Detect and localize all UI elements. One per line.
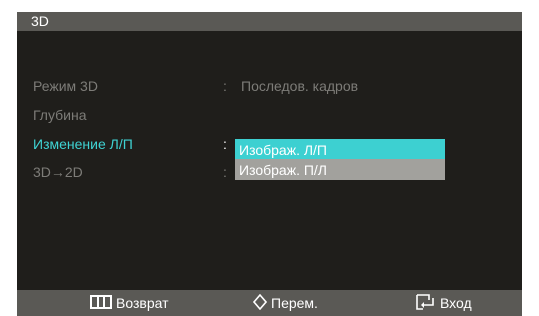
- menu-item-separator: :: [223, 78, 227, 94]
- return-label: Возврат: [116, 295, 169, 311]
- menu-title-bar: 3D: [17, 12, 522, 31]
- menu-item-3d-mode-value: Последов. кадров: [241, 78, 359, 94]
- footer-bar: Возврат Перем. Вход: [17, 290, 522, 316]
- move-button[interactable]: Перем.: [252, 290, 318, 316]
- menu-item-separator: :: [223, 164, 227, 180]
- menu-bars-icon: [90, 294, 112, 312]
- menu-item-3d-mode[interactable]: Режим 3D: [33, 78, 98, 94]
- menu-item-3d-to-2d[interactable]: 3D→2D: [33, 164, 83, 180]
- dropdown-option-lr[interactable]: Изображ. Л/П: [235, 139, 445, 159]
- enter-source-icon: [416, 293, 436, 313]
- osd-menu-panel: 3D Режим 3D : Последов. кадров Глубина И…: [17, 12, 522, 302]
- menu-title: 3D: [31, 13, 49, 29]
- menu-item-lr-change[interactable]: Изменение Л/П: [33, 136, 133, 152]
- enter-label: Вход: [440, 295, 472, 311]
- diamond-arrows-icon: [252, 293, 268, 313]
- enter-button[interactable]: Вход: [416, 290, 472, 316]
- move-label: Перем.: [271, 295, 318, 311]
- menu-item-separator: :: [223, 136, 227, 152]
- menu-item-depth[interactable]: Глубина: [33, 107, 86, 123]
- dropdown-option-rl[interactable]: Изображ. П/Л: [235, 159, 445, 179]
- lr-change-dropdown[interactable]: Изображ. Л/П Изображ. П/Л: [235, 139, 445, 180]
- return-button[interactable]: Возврат: [90, 290, 169, 316]
